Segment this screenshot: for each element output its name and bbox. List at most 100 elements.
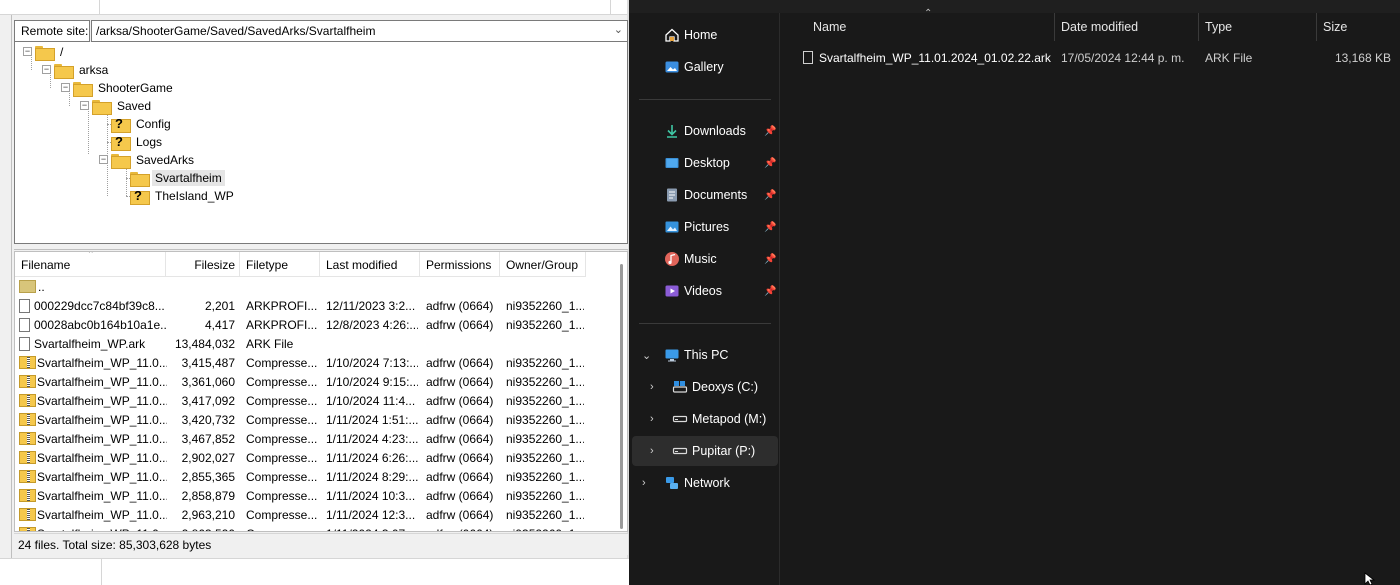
file-size-cell: 13,484,032 [174,337,235,351]
nav-item-label: Pictures [684,220,730,234]
filename-text: .. [38,280,45,294]
filename-cell: Svartalfheim_WP_11.0... [19,470,167,484]
left-splitter[interactable] [0,15,12,560]
column-label: Owner/Group [506,258,579,272]
tree-node-saved[interactable]: Saved [92,97,154,115]
toolbar-segment [0,0,100,14]
column-last-modified[interactable]: Last modified [320,252,420,277]
tree-collapse-toggle[interactable]: − [99,155,108,164]
vertical-scrollbar[interactable] [620,264,623,529]
chevron-down-icon[interactable]: ⌄ [642,349,651,362]
file-size-cell: 2,863,520 [166,527,235,531]
tree-node-shootergame[interactable]: ShooterGame [73,79,176,97]
column-filename[interactable]: ⌃ Filename [15,252,166,277]
tree-node-svartalfheim[interactable]: Svartalfheim [130,169,225,187]
file-owner-cell: ni9352260_1... [506,375,584,389]
file-row[interactable]: .. [15,278,586,297]
tree-line [107,108,108,196]
file-size-cell: 2,858,879 [181,489,235,503]
chevron-right-icon[interactable]: › [650,381,654,393]
tree-collapse-toggle[interactable]: − [80,101,89,110]
videos-icon [664,283,680,299]
file-row[interactable]: 00028abc0b164b10a1e... 4,417 ARKPROFI... 12… [15,316,586,335]
nav-item-network[interactable]: › Network [632,468,778,498]
chevron-down-icon[interactable]: ⌄ [614,23,623,36]
file-row[interactable]: Svartalfheim_WP_11.0... 3,415,487 Compress… [15,354,586,373]
pane-splitter[interactable] [14,244,628,250]
file-row[interactable]: Svartalfheim_WP_11.0... 2,963,210 Compress… [15,506,586,525]
nav-item-music[interactable]: Music 📌 [632,244,778,274]
file-row[interactable]: Svartalfheim_WP_11.0... 2,858,879 Compress… [15,487,586,506]
tree-node-label: TheIsland_WP [155,189,234,203]
pin-icon[interactable]: 📌 [764,286,776,297]
file-row[interactable]: Svartalfheim_WP.ark 13,484,032 ARK File [15,335,586,354]
tree-node-logs[interactable]: ? Logs [111,133,165,151]
filename-cell: Svartalfheim_WP.ark [19,337,167,351]
file-owner-cell: ni9352260_1... [506,318,584,332]
pin-icon[interactable]: 📌 [764,222,776,233]
column-name[interactable]: ⌃ Name [807,8,1055,41]
tree-node-arksa[interactable]: arksa [54,61,111,79]
column-filetype[interactable]: Filetype [240,252,320,277]
remote-file-list[interactable]: ⌃ Filename Filesize Filetype Last modifi… [14,251,628,532]
remote-directory-tree[interactable]: − / − arksa − ShooterGame − Saved ? Conf… [14,42,628,244]
file-row[interactable]: Svartalfheim_WP_11.0... 2,902,027 Compress… [15,449,586,468]
unknown-folder-icon: ? [111,116,131,133]
nav-item-home[interactable]: Home [632,20,778,50]
nav-item-drive-m[interactable]: › Metapod (M:) [632,404,778,434]
column-type[interactable]: Type [1199,13,1317,41]
tree-collapse-toggle[interactable]: − [61,83,70,92]
file-row[interactable]: Svartalfheim_WP_11.0... 3,417,092 Compress… [15,392,586,411]
nav-item-documents[interactable]: Documents 📌 [632,180,778,210]
column-size[interactable]: Size [1317,13,1400,41]
tree-collapse-toggle[interactable]: − [23,47,32,56]
chevron-right-icon[interactable]: › [650,413,654,425]
file-size-cell: 3,361,060 [181,375,235,389]
nav-item-desktop[interactable]: Desktop 📌 [632,148,778,178]
unknown-folder-icon: ? [111,134,131,151]
nav-item-drive-c[interactable]: › Deoxys (C:) [632,372,778,402]
nav-item-label: Desktop [684,156,730,170]
drive-icon [672,379,688,395]
documents-icon [664,187,680,203]
pin-icon[interactable]: 📌 [764,190,776,201]
folder-icon [73,81,93,97]
nav-item-gallery[interactable]: Gallery [632,52,778,82]
column-owner-group[interactable]: Owner/Group [500,252,586,277]
tree-node-config[interactable]: ? Config [111,115,174,133]
file-size-cell: 3,467,852 [181,432,235,446]
tree-node-root[interactable]: / [35,43,66,61]
column-permissions[interactable]: Permissions [420,252,500,277]
tree-collapse-toggle[interactable]: − [42,65,51,74]
nav-item-videos[interactable]: Videos 📌 [632,276,778,306]
file-row[interactable]: Svartalfheim_WP_11.0... 3,420,732 Compress… [15,411,586,430]
navigation-pane[interactable]: Home Gallery Downloads 📌 Desktop 📌 Docum… [629,13,780,585]
file-modified-cell: 1/11/2024 10:3... [326,489,416,503]
file-row[interactable]: 000229dcc7c84bf39c8... 2,201 ARKPROFI... 12… [15,297,586,316]
tree-node-savedarks[interactable]: SavedArks [111,151,197,169]
pin-icon[interactable]: 📌 [764,126,776,137]
chevron-right-icon[interactable]: › [650,445,654,457]
pin-icon[interactable]: 📌 [764,158,776,169]
file-modified-cell: 1/11/2024 8:29:... [326,470,418,484]
folder-icon [92,99,112,115]
file-perms-cell: adfrw (0664) [426,375,494,389]
nav-item-drive-p[interactable]: › Pupitar (P:) [632,436,778,466]
nav-item-pictures[interactable]: Pictures 📌 [632,212,778,242]
file-row[interactable]: Svartalfheim_WP_11.01.2024_01.02.22.ark … [781,47,1400,69]
nav-item-this-pc[interactable]: ⌄ This PC [632,340,778,370]
column-filesize[interactable]: Filesize [166,252,240,277]
file-row[interactable]: Svartalfheim_WP_11.0...2,863,520 Compress… [15,525,586,531]
column-date-modified[interactable]: Date modified [1055,13,1199,41]
tree-node-theisland[interactable]: ? TheIsland_WP [130,187,237,205]
file-list-pane[interactable]: ⌃ Name Date modified Type Size Svartalfh… [781,8,1400,585]
nav-item-downloads[interactable]: Downloads 📌 [632,116,778,146]
file-row[interactable]: Svartalfheim_WP_11.0... 3,361,060 Compress… [15,373,586,392]
remote-site-path-input[interactable]: /arksa/ShooterGame/Saved/SavedArks/Svart… [91,20,628,42]
chevron-right-icon[interactable]: › [642,477,646,489]
file-row[interactable]: Svartalfheim_WP_11.0... 3,467,852 Compress… [15,430,586,449]
pin-icon[interactable]: 📌 [764,254,776,265]
remote-site-bar: Remote site: /arksa/ShooterGame/Saved/Sa… [14,20,628,42]
filename-text: 000229dcc7c84bf39c8... [34,299,165,313]
file-row[interactable]: Svartalfheim_WP_11.0... 2,855,365 Compress… [15,468,586,487]
